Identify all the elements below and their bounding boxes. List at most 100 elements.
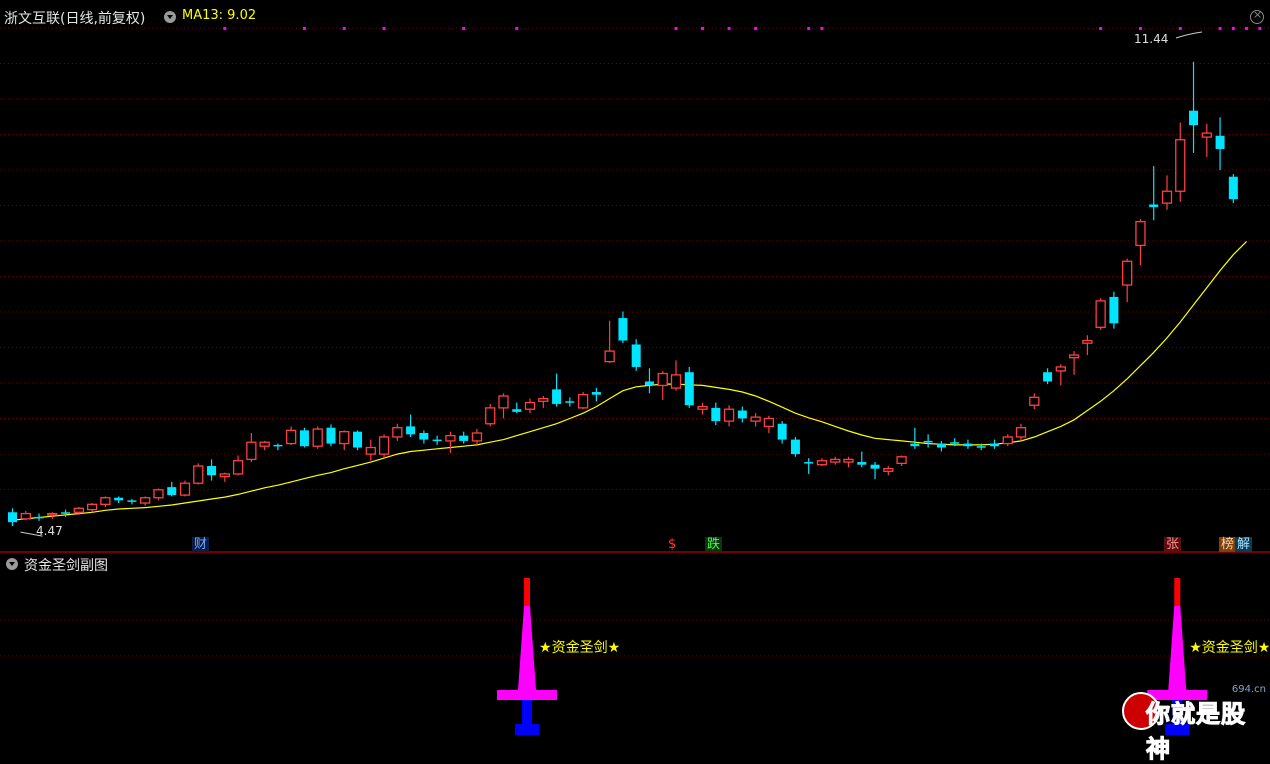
tag-finance[interactable]: 财 bbox=[192, 537, 210, 552]
stock-chart: ★资金圣剑★ ★资金圣剑★ 4.47 11.44 浙文互联(日线,前复权) MA1… bbox=[0, 0, 1270, 764]
close-icon[interactable] bbox=[1250, 8, 1264, 24]
candle bbox=[419, 430, 429, 444]
candle-body bbox=[299, 430, 309, 447]
signal-dot bbox=[223, 27, 227, 30]
sword-pommel bbox=[515, 724, 540, 735]
candle bbox=[259, 440, 270, 451]
tag-dollar[interactable]: $ bbox=[666, 537, 678, 552]
candle-body bbox=[34, 516, 44, 519]
candle bbox=[114, 496, 124, 504]
tag-unlock[interactable]: 解 bbox=[1235, 537, 1253, 552]
candle-body bbox=[552, 389, 562, 404]
grid bbox=[0, 27, 1270, 657]
signal-dot bbox=[754, 27, 758, 30]
candle bbox=[312, 426, 323, 449]
candle-body bbox=[140, 497, 151, 504]
signal-dot bbox=[302, 27, 306, 30]
high-arrow bbox=[1175, 31, 1203, 39]
signal-dot bbox=[1099, 27, 1103, 30]
signal-dot bbox=[1138, 27, 1142, 30]
candle-body bbox=[419, 432, 429, 440]
candle bbox=[763, 415, 775, 433]
candle bbox=[565, 397, 575, 407]
candle bbox=[339, 430, 350, 451]
candle bbox=[1002, 434, 1013, 447]
candle-body bbox=[936, 443, 946, 448]
candle-body bbox=[950, 442, 960, 444]
chart-menu-toggle[interactable] bbox=[164, 11, 176, 23]
candle-body bbox=[870, 464, 880, 469]
candle bbox=[8, 508, 17, 527]
subchart-menu-toggle[interactable] bbox=[6, 558, 18, 570]
tag-rise[interactable]: 张 bbox=[1164, 537, 1182, 552]
candle bbox=[1043, 368, 1053, 385]
candle-body bbox=[723, 408, 735, 422]
candle bbox=[207, 459, 217, 481]
candle bbox=[193, 463, 204, 485]
watermark-site: 694.cn bbox=[1231, 684, 1266, 695]
candle bbox=[723, 405, 735, 427]
candle-body bbox=[232, 460, 244, 475]
candle-body bbox=[498, 395, 509, 409]
candle-body bbox=[1002, 436, 1013, 445]
tag-fall[interactable]: 跌 bbox=[705, 537, 723, 552]
price-chart-svg: ★资金圣剑★ ★资金圣剑★ 4.47 11.44 bbox=[0, 27, 1270, 735]
candle-body bbox=[378, 436, 390, 455]
candle bbox=[471, 429, 483, 445]
candle-body bbox=[1043, 372, 1053, 382]
candle-body bbox=[20, 512, 31, 520]
signal-dot bbox=[382, 27, 386, 30]
candle bbox=[326, 424, 336, 447]
candle bbox=[1135, 218, 1146, 266]
candle bbox=[353, 430, 363, 451]
candle bbox=[47, 512, 58, 519]
candle bbox=[1015, 423, 1027, 441]
candle bbox=[86, 503, 98, 513]
candle bbox=[697, 402, 708, 415]
signal-dot bbox=[1258, 27, 1262, 30]
tag-board[interactable]: 榜 bbox=[1219, 537, 1237, 552]
signal-dot bbox=[1245, 27, 1249, 30]
candle-body bbox=[1068, 354, 1080, 359]
candle-body bbox=[127, 500, 137, 502]
candle-body bbox=[219, 473, 230, 478]
signal-dot bbox=[820, 27, 824, 30]
candle-body bbox=[8, 512, 17, 523]
candle-body bbox=[326, 427, 336, 444]
candle-body bbox=[910, 443, 920, 447]
candle-body bbox=[976, 446, 986, 448]
candle bbox=[604, 320, 615, 363]
candle-body bbox=[697, 405, 708, 410]
candle bbox=[963, 439, 973, 449]
candle bbox=[843, 456, 854, 468]
signal-dot bbox=[701, 27, 705, 30]
candle bbox=[1161, 175, 1173, 210]
candle-body bbox=[763, 417, 775, 428]
candle bbox=[246, 432, 257, 463]
signal-dot bbox=[1178, 27, 1182, 30]
candle bbox=[34, 513, 44, 521]
candle-body bbox=[471, 432, 483, 442]
candle bbox=[1201, 123, 1212, 157]
candle bbox=[790, 436, 800, 457]
candle bbox=[750, 413, 761, 427]
candle-body bbox=[1135, 220, 1146, 247]
candle bbox=[618, 311, 628, 344]
candle bbox=[179, 480, 191, 497]
candle bbox=[737, 406, 747, 423]
candle bbox=[657, 370, 668, 400]
candle-body bbox=[790, 439, 800, 455]
signal-dot bbox=[674, 27, 678, 30]
candle bbox=[591, 388, 601, 402]
candle-body bbox=[273, 444, 283, 447]
candle bbox=[232, 455, 244, 476]
candle bbox=[989, 439, 999, 449]
candle bbox=[1082, 335, 1093, 356]
candle-body bbox=[618, 318, 628, 341]
candle bbox=[524, 398, 536, 414]
candle-body bbox=[1161, 190, 1173, 204]
ma-indicator-label[interactable]: MA13: 9.02 bbox=[182, 8, 256, 23]
candles bbox=[8, 61, 1238, 527]
candle-body bbox=[246, 441, 257, 461]
candle-body bbox=[989, 443, 999, 447]
